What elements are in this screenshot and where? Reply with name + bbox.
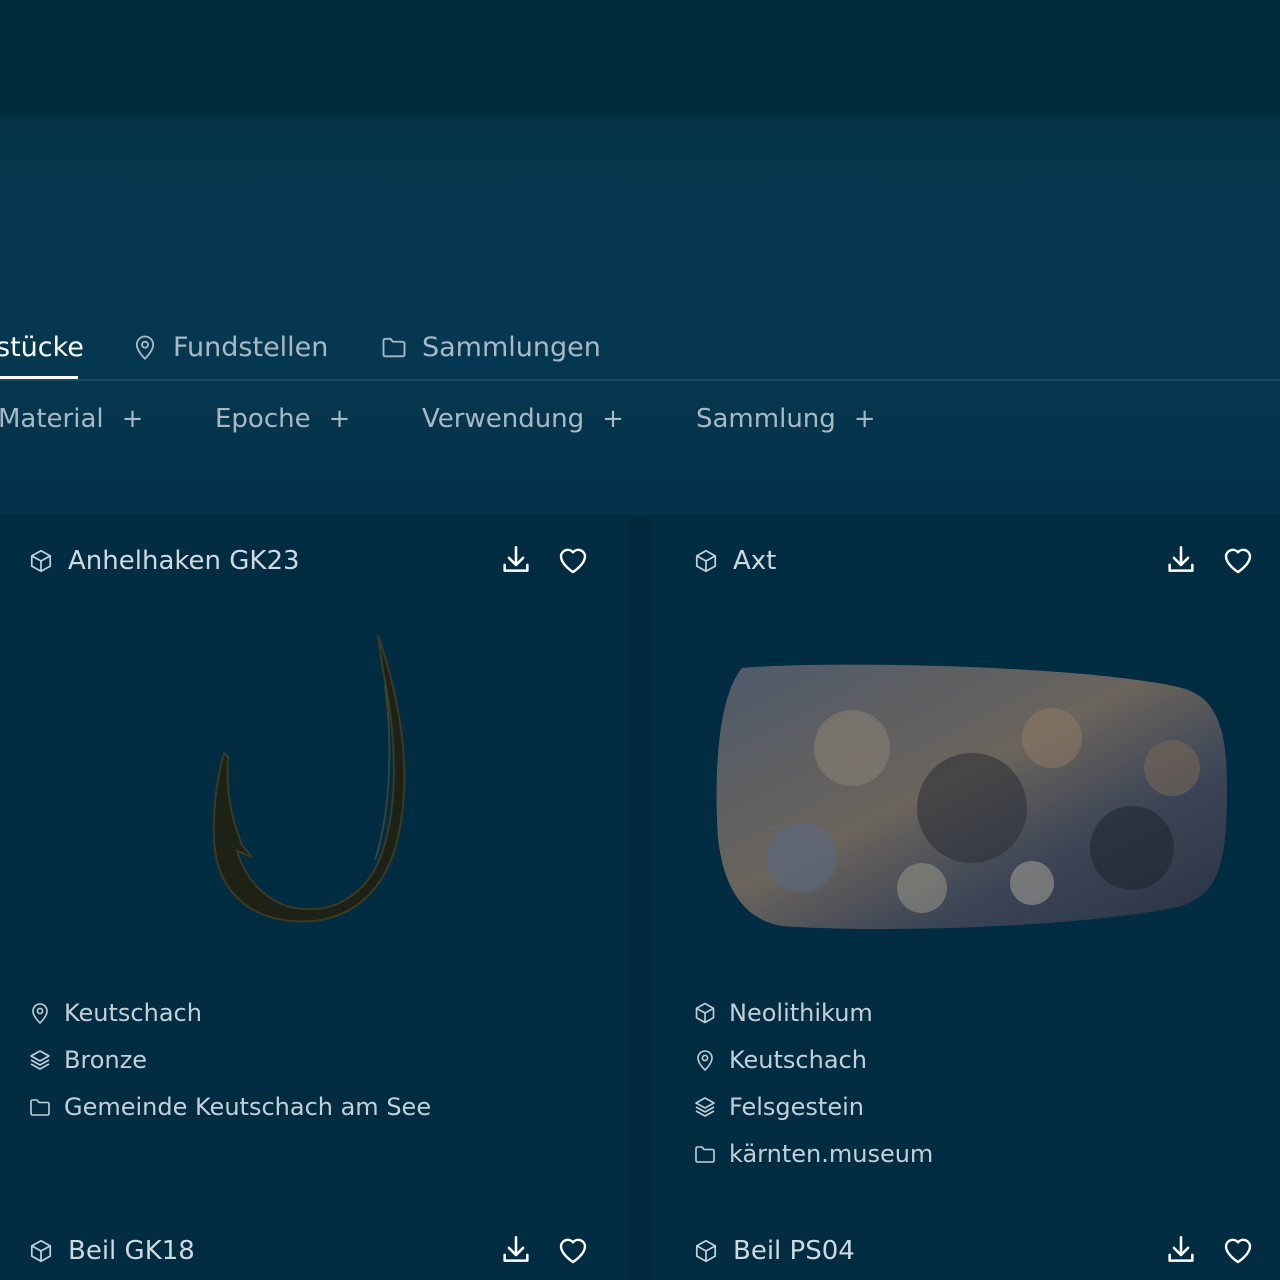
plus-icon: + [328, 404, 351, 434]
folder-icon [382, 337, 406, 358]
meta-text: kärnten.museum [729, 1140, 934, 1168]
plus-icon: + [121, 404, 144, 434]
favorite-button[interactable] [555, 1232, 591, 1268]
download-button[interactable] [498, 1232, 534, 1268]
plus-icon: + [602, 404, 624, 434]
favorite-button[interactable] [555, 542, 591, 578]
favorite-button[interactable] [1220, 542, 1256, 578]
tab-label: Sammlungen [422, 331, 601, 363]
download-icon [1168, 545, 1194, 572]
download-button[interactable] [1163, 542, 1199, 578]
filter-material[interactable]: Material + [0, 395, 143, 443]
card-title-text: Beil PS04 [733, 1236, 855, 1266]
heart-icon [1224, 1238, 1252, 1264]
download-button[interactable] [498, 542, 534, 578]
cube-icon [695, 1239, 717, 1263]
meta-location: Keutschach [28, 997, 202, 1029]
cube-icon [695, 1002, 715, 1024]
meta-text: Keutschach [729, 1046, 867, 1074]
favorite-button[interactable] [1220, 1232, 1256, 1268]
card-title[interactable]: Axt [693, 541, 776, 581]
map-pin-icon [135, 335, 155, 360]
tab-label: stücke [0, 331, 84, 363]
plus-icon: + [853, 404, 876, 434]
card-title-text: Beil GK18 [68, 1236, 195, 1266]
layers-icon [695, 1097, 715, 1117]
card-title[interactable]: Beil GK18 [28, 1231, 195, 1271]
meta-collection: Gemeinde Keutschach am See [28, 1091, 431, 1123]
top-header-band [0, 0, 1280, 115]
meta-collection: kärnten.museum [693, 1138, 933, 1170]
download-button[interactable] [1163, 1232, 1199, 1268]
card-title[interactable]: Beil PS04 [693, 1231, 855, 1271]
heart-icon [559, 548, 587, 574]
card-title[interactable]: Anhelhaken GK23 [28, 541, 300, 581]
tabs-divider [0, 379, 1280, 381]
filter-label: Verwendung [422, 404, 585, 434]
folder-icon [30, 1099, 50, 1116]
filter-verwendung[interactable]: Verwendung + [422, 395, 624, 443]
map-pin-icon [697, 1050, 713, 1071]
cube-icon [695, 549, 717, 573]
fish-hook-image[interactable] [200, 625, 430, 935]
filter-sammlung[interactable]: Sammlung + [696, 395, 876, 443]
meta-text: Bronze [64, 1046, 148, 1074]
download-icon [503, 545, 529, 572]
cube-icon [30, 549, 52, 573]
meta-text: Felsgestein [729, 1093, 864, 1121]
card-title-text: Axt [733, 546, 777, 576]
filter-label: Sammlung [696, 404, 836, 434]
tab-sammlungen[interactable]: Sammlungen [380, 315, 601, 379]
download-icon [503, 1235, 529, 1262]
tab-fundstellen[interactable]: Fundstellen [131, 315, 328, 379]
card-title-text: Anhelhaken GK23 [68, 546, 300, 576]
filter-label: Material [0, 404, 104, 434]
cube-icon [30, 1239, 52, 1263]
meta-text: Keutschach [64, 999, 202, 1027]
meta-text: Gemeinde Keutschach am See [64, 1093, 432, 1121]
meta-material: Bronze [28, 1044, 147, 1076]
heart-icon [1224, 548, 1252, 574]
filter-label: Epoche [215, 404, 311, 434]
map-pin-icon [32, 1003, 48, 1024]
meta-location: Keutschach [693, 1044, 867, 1076]
filter-bar: Material + Epoche + Verwendung + Sammlun… [0, 395, 1280, 445]
tab-fundstuecke[interactable]: stücke [0, 315, 84, 379]
folder-icon [695, 1146, 715, 1163]
meta-material: Felsgestein [693, 1091, 864, 1123]
stone-axe-image[interactable] [712, 658, 1232, 938]
tab-label: Fundstellen [173, 331, 329, 363]
filter-epoche[interactable]: Epoche + [215, 395, 350, 443]
meta-epoch: Neolithikum [693, 997, 873, 1029]
layers-icon [30, 1050, 50, 1070]
meta-text: Neolithikum [729, 999, 873, 1027]
download-icon [1168, 1235, 1194, 1262]
category-tabs: stücke Fundstellen Sammlungen [0, 300, 1280, 380]
heart-icon [559, 1238, 587, 1264]
